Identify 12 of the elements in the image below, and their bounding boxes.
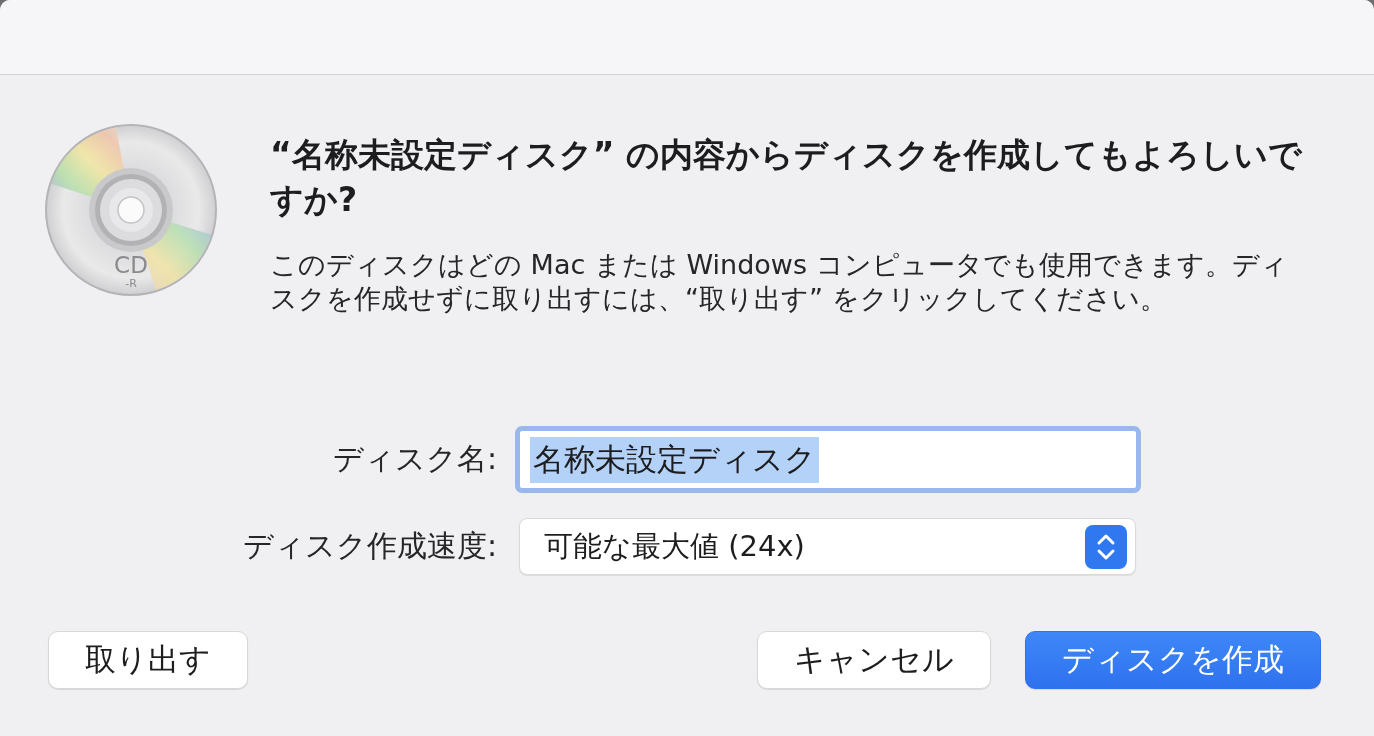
disc-label: CD — [114, 252, 148, 278]
speed-dropdown[interactable]: 可能な最大値 (24x) — [519, 518, 1136, 575]
field-label: ディスク名: — [331, 440, 497, 478]
dialog-button[interactable]: キャンセル — [757, 631, 991, 689]
disc-sublabel: -R — [125, 277, 137, 290]
create-disc-button[interactable]: ディスクを作成 — [1025, 631, 1321, 689]
alert-message: このディスクはどの Mac または Windows コンピュータでも使用できます。ディスクを作成せずに取り出すには、“取り出す” をクリックしてください。 — [270, 248, 1289, 316]
disc-name-input[interactable]: 名称未設定ディスク — [515, 426, 1141, 493]
stepper-arrows-icon — [1085, 524, 1127, 569]
dialog-button[interactable]: 取り出す — [48, 631, 248, 689]
field-label: ディスク作成速度: — [241, 527, 497, 565]
alert-heading: “名称未設定ディスク” の内容からディスクを作成してもよろしいですか? — [270, 134, 1303, 221]
